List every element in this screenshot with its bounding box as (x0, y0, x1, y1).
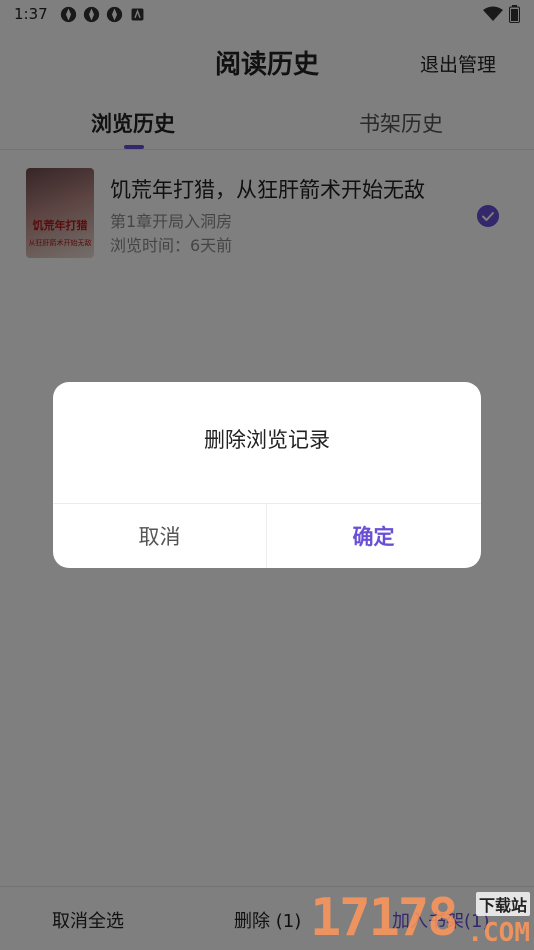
watermark-number: 17178 (310, 888, 459, 948)
dialog-title: 删除浏览记录 (204, 428, 330, 452)
site-watermark: 17178 下载站 .COM (310, 888, 534, 950)
dialog-confirm-button[interactable]: 确定 (267, 503, 480, 568)
delete-confirm-dialog: 删除浏览记录 取消 确定 (53, 382, 481, 568)
dialog-cancel-button[interactable]: 取消 (53, 503, 266, 568)
watermark-site: 下载站 (475, 892, 530, 916)
watermark-domain: .COM (467, 918, 530, 948)
